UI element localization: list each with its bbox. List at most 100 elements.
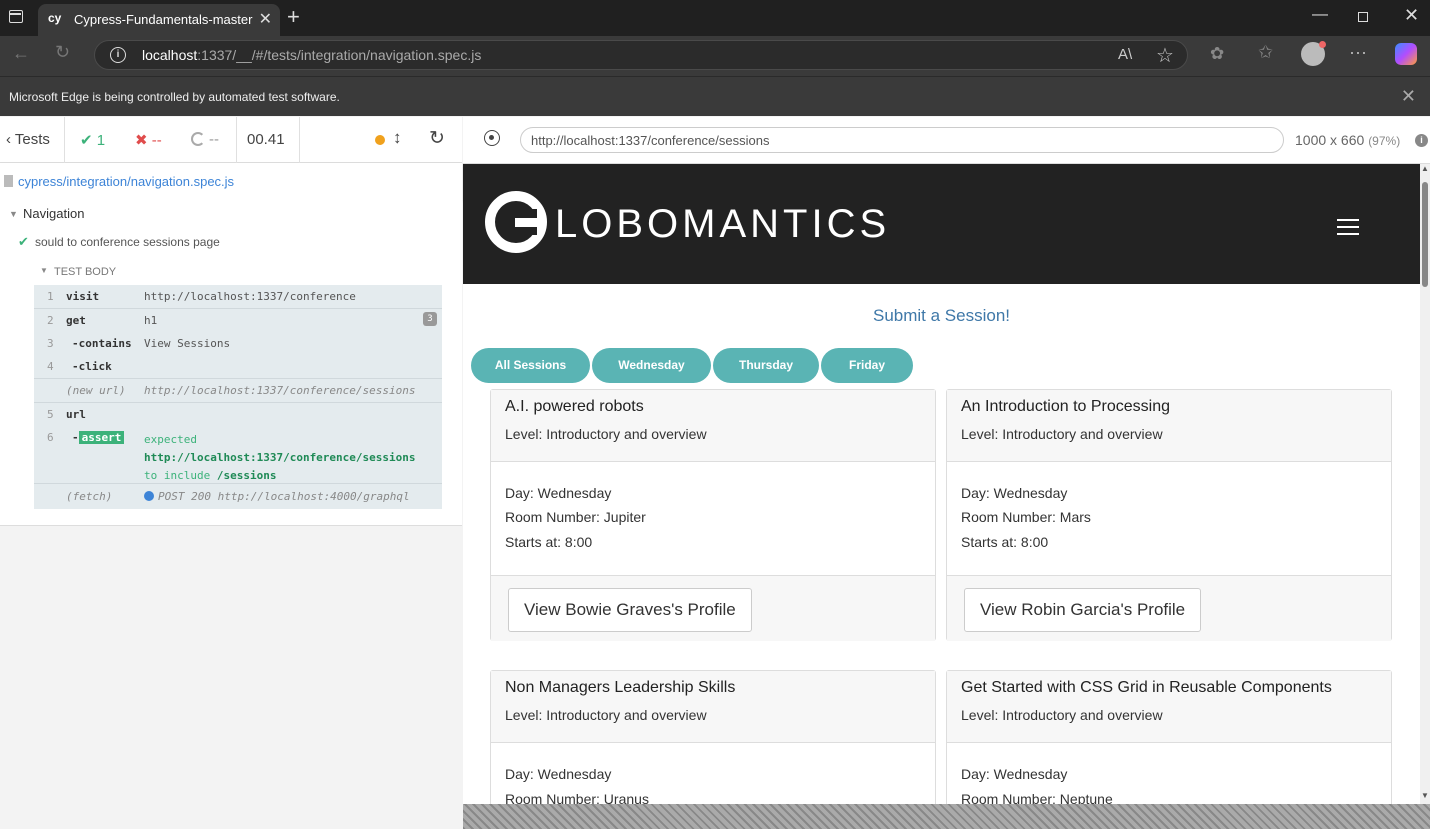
address-url: localhost:1337/__/#/tests/integration/na… (142, 47, 482, 63)
running-indicator-icon (375, 135, 385, 145)
suite-title[interactable]: Navigation (23, 206, 84, 221)
divider (299, 117, 300, 163)
profile-avatar[interactable] (1301, 41, 1326, 66)
submit-session-link: Submit a Session! (872, 306, 1010, 325)
tab-title: Cypress-Fundamentals-master (74, 12, 253, 27)
spec-file-link[interactable]: cypress/integration/navigation.spec.js (18, 174, 234, 189)
divider (236, 117, 237, 163)
divider (34, 483, 442, 484)
assert-message: expected http://localhost:1337/conferenc… (144, 433, 416, 482)
scroll-up-icon[interactable]: ▲ (1421, 164, 1429, 173)
session-level: Level: Introductory and overview (505, 426, 707, 442)
test-tree: ▼ Navigation ✔ sould to conference sessi… (0, 199, 462, 526)
window-close-icon[interactable]: ✕ (1404, 5, 1419, 26)
filter-all-sessions[interactable]: All Sessions (471, 348, 590, 383)
session-card: A.I. powered robots Level: Introductory … (490, 389, 936, 641)
minimize-icon[interactable]: — (1312, 6, 1328, 24)
extensions-icon[interactable]: ✿ (1210, 44, 1224, 64)
filter-friday[interactable]: Friday (821, 348, 913, 383)
divider (34, 378, 442, 379)
viewport-info-icon[interactable]: i (1415, 134, 1428, 147)
app-runner: http://localhost:1337/conference/session… (463, 117, 1430, 829)
pending-ring-icon (191, 132, 205, 146)
view-profile-button[interactable]: View Bowie Graves's Profile (508, 588, 752, 632)
new-tab-icon[interactable]: + (287, 4, 300, 30)
site-header: LOBOMANTICS (463, 164, 1420, 284)
failed-count: ✖ -- (135, 132, 162, 149)
cypress-reporter: ‹ Tests ✔ 1 ✖ -- -- 00.41 ↕ ↻ cypress/in… (0, 117, 462, 829)
application-frame: LOBOMANTICS Submit a Session! All Sessio… (463, 164, 1420, 804)
session-day: Day: Wednesday (961, 766, 1068, 782)
copilot-icon[interactable] (1395, 43, 1417, 65)
session-room: Room Number: Neptune (961, 791, 1113, 804)
back-arrow-icon[interactable]: ← (12, 43, 30, 64)
session-level: Level: Introductory and overview (961, 707, 1163, 723)
spec-file-bar: cypress/integration/navigation.spec.js (0, 163, 462, 199)
reporter-header: ‹ Tests ✔ 1 ✖ -- -- 00.41 ↕ ↻ (0, 117, 462, 163)
x-icon: ✖ (135, 132, 148, 149)
browser-toolbar: ← ↻ i localhost:1337/__/#/tests/integrat… (0, 36, 1430, 76)
session-day: Day: Wednesday (505, 766, 612, 782)
favorite-star-icon[interactable]: ☆ (1156, 43, 1174, 68)
runner-url-bar: http://localhost:1337/conference/session… (463, 117, 1430, 164)
maximize-icon[interactable] (1358, 12, 1368, 22)
favorites-icon[interactable]: ✩ (1258, 42, 1273, 63)
globomantics-logo-icon[interactable] (485, 191, 547, 253)
element-count-badge: 3 (423, 312, 437, 326)
session-room: Room Number: Mars (961, 509, 1091, 525)
divider (34, 308, 442, 309)
hamburger-menu-icon[interactable] (1337, 219, 1359, 235)
infobar-close-icon[interactable]: ✕ (1401, 86, 1416, 107)
scrollbar-thumb[interactable] (1422, 182, 1428, 287)
site-info-icon[interactable]: i (110, 47, 126, 63)
session-day: Day: Wednesday (961, 485, 1068, 501)
test-body-label[interactable]: TEST BODY (54, 266, 116, 278)
tests-back-button[interactable]: ‹ Tests (6, 131, 50, 148)
request-status-icon (144, 491, 154, 501)
divider (34, 402, 442, 403)
sidebar-toggle-icon[interactable] (9, 10, 23, 23)
card-footer: View Bowie Graves's Profile (491, 575, 935, 641)
session-card: Non Managers Leadership Skills Level: In… (490, 670, 936, 804)
check-icon: ✔ (80, 132, 93, 149)
session-start: Starts at: 8:00 (505, 534, 593, 550)
autoscroll-toggle-icon[interactable]: ↕ (393, 128, 402, 148)
command-log: 1 visit http://localhost:1337/conference… (34, 285, 442, 509)
session-title: An Introduction to Processing (961, 398, 1171, 415)
session-start: Starts at: 8:00 (961, 534, 1049, 550)
reporter-empty-area (0, 526, 462, 829)
viewport-overflow-pattern (463, 804, 1430, 829)
cypress-favicon-icon: cy (48, 11, 62, 25)
aut-url-field[interactable]: http://localhost:1337/conference/session… (520, 127, 1284, 153)
read-aloud-icon[interactable]: A\ (1118, 46, 1132, 63)
view-profile-button[interactable]: View Robin Garcia's Profile (964, 588, 1202, 632)
session-card: Get Started with CSS Grid in Reusable Co… (946, 670, 1392, 804)
pending-count: -- (191, 131, 219, 148)
filter-thursday[interactable]: Thursday (713, 348, 819, 383)
brand-name[interactable]: LOBOMANTICS (555, 202, 890, 247)
address-bar[interactable]: i localhost:1337/__/#/tests/integration/… (94, 40, 1188, 70)
session-room: Room Number: Uranus (505, 791, 649, 804)
viewport-size: 1000 x 660 (97%) (1295, 132, 1401, 148)
check-icon: ✔ (18, 234, 29, 249)
caret-down-icon[interactable]: ▼ (9, 209, 18, 219)
card-header: Get Started with CSS Grid in Reusable Co… (947, 671, 1391, 743)
session-level: Level: Introductory and overview (961, 426, 1163, 442)
automation-infobar: Microsoft Edge is being controlled by au… (0, 76, 1430, 116)
more-menu-icon[interactable]: ··· (1349, 42, 1367, 63)
scroll-down-icon[interactable]: ▼ (1421, 791, 1429, 800)
restart-icon[interactable]: ↻ (429, 127, 445, 150)
selector-playground-icon[interactable] (484, 130, 500, 146)
card-footer: View Robin Garcia's Profile (947, 575, 1391, 641)
duration: 00.41 (247, 131, 285, 148)
session-day: Day: Wednesday (505, 485, 612, 501)
card-header: Non Managers Leadership Skills Level: In… (491, 671, 935, 743)
passed-count: ✔ 1 (80, 132, 106, 149)
reload-icon[interactable]: ↻ (55, 42, 70, 63)
test-title[interactable]: sould to conference sessions page (35, 235, 220, 249)
filter-wednesday[interactable]: Wednesday (592, 348, 711, 383)
caret-down-icon[interactable]: ▼ (40, 266, 48, 275)
app-scrollbar[interactable]: ▲ ▼ (1420, 164, 1430, 804)
browser-tab[interactable]: cy Cypress-Fundamentals-master ✕ (38, 4, 280, 36)
tab-close-icon[interactable]: ✕ (259, 9, 272, 29)
